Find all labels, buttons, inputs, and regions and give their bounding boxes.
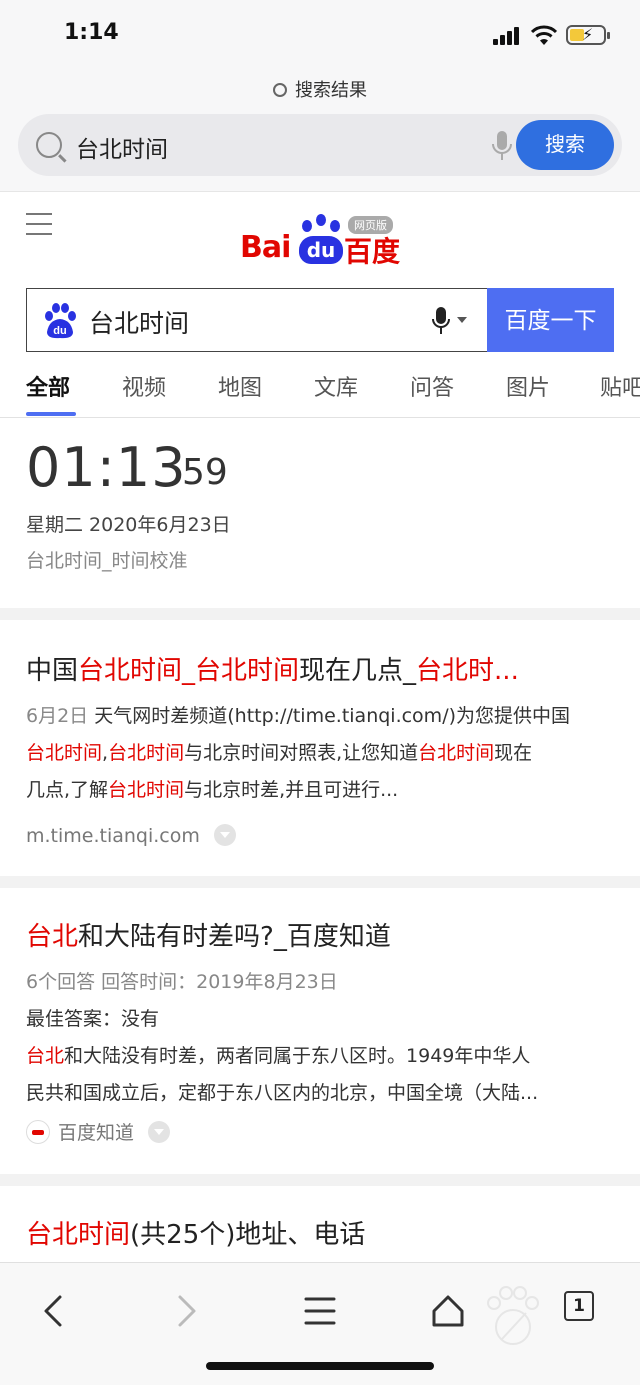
tab-map[interactable]: 地图 <box>218 370 262 402</box>
snippet-highlight: 台北 <box>26 1045 65 1067</box>
status-time: 1:14 <box>64 20 119 45</box>
title-text: 中国 <box>26 656 79 686</box>
search-result: 台北时间(共25个)地址、电话 <box>0 1186 640 1262</box>
search-button[interactable]: 搜索 <box>516 120 614 170</box>
snippet-highlight: 台北时间 <box>108 779 185 801</box>
chevron-down-icon[interactable] <box>457 317 467 323</box>
wifi-icon <box>531 25 557 45</box>
time-card[interactable]: 01:13 59 星期二 2020年6月23日 台北时间_时间校准 <box>0 418 640 608</box>
search-result: 台北和大陆有时差吗?_百度知道 6个回答 回答时间：2019年8月23日 最佳答… <box>0 888 640 1174</box>
result-title[interactable]: 中国台北时间_台北时间现在几点_台北时... <box>26 650 596 687</box>
search-result: 中国台北时间_台北时间现在几点_台北时... 6月2日 天气网时差频道(http… <box>0 620 640 876</box>
logo-text-bai: Bai <box>240 230 291 265</box>
menu-icon[interactable] <box>298 1289 342 1333</box>
snippet-text: 和大陆没有时差，两者同属于东八区时。1949年中华人 <box>64 1045 531 1067</box>
tab-count-button[interactable]: 1 <box>564 1291 594 1321</box>
best-answer-label: 最佳答案：没有 <box>26 1008 160 1030</box>
title-text: 和大陆有时差吗?_百度知道 <box>78 922 391 952</box>
tab-all[interactable]: 全部 <box>26 370 70 402</box>
logo-text-cn: 百度 <box>344 235 401 268</box>
active-tab-indicator <box>26 412 76 416</box>
snippet-highlight: 台北时间 <box>108 742 185 764</box>
result-url-row: m.time.tianqi.com <box>26 824 236 847</box>
baidu-logo[interactable]: Bai du 百度 网页版 <box>240 212 410 268</box>
app-search-bar[interactable]: 台北时间 搜索 <box>18 114 622 176</box>
result-url[interactable]: m.time.tianqi.com <box>26 825 200 847</box>
home-indicator <box>206 1362 434 1370</box>
tab-images[interactable]: 图片 <box>506 370 550 402</box>
snippet-text: 与北京时差,并且可进行... <box>184 779 399 801</box>
result-snippet: 6个回答 回答时间：2019年8月23日 最佳答案：没有 台北和大陆没有时差，两… <box>26 964 614 1112</box>
title-highlight: 台北时间 <box>26 1220 131 1250</box>
title-text: (共25个)地址、电话 <box>130 1220 366 1250</box>
snippet-text: 天气网时差频道(http://time.tianqi.com/)为您提供中国 <box>94 705 571 727</box>
baidu-paw-icon: du <box>45 303 76 339</box>
result-snippet: 6月2日 天气网时差频道(http://time.tianqi.com/)为您提… <box>26 698 614 809</box>
title-highlight: 台北时间_台北时间 <box>78 656 300 686</box>
baidu-search-form: du 台北时间 百度一下 <box>26 288 614 352</box>
snippet-text: 现在 <box>494 742 533 764</box>
result-source[interactable]: 百度知道 <box>58 1122 134 1144</box>
svg-text:du: du <box>53 325 66 337</box>
chevron-down-icon[interactable] <box>148 1121 171 1143</box>
divider <box>0 876 640 888</box>
forward-icon[interactable] <box>164 1289 208 1333</box>
search-tabs: 全部 视频 地图 文库 问答 图片 贴吧 <box>0 366 640 418</box>
cellular-signal-icon <box>493 27 521 45</box>
microphone-icon[interactable] <box>431 307 451 335</box>
snippet-highlight: 台北时间 <box>26 742 103 764</box>
title-highlight: 台北时... <box>416 656 519 686</box>
chevron-down-icon[interactable] <box>213 824 236 846</box>
tab-wenku[interactable]: 文库 <box>314 370 358 402</box>
divider <box>0 608 640 620</box>
battery-charging-icon: ⚡ <box>566 25 610 45</box>
clock-date: 星期二 2020年6月23日 <box>26 514 231 536</box>
app-header: 搜索结果 台北时间 搜索 <box>0 70 640 192</box>
search-icon <box>273 83 287 97</box>
home-icon[interactable] <box>426 1289 470 1333</box>
title-text: 现在几点_ <box>299 656 417 686</box>
tab-tieba[interactable]: 贴吧 <box>600 370 640 402</box>
tab-qa[interactable]: 问答 <box>410 370 454 402</box>
baidu-search-query[interactable]: 台北时间 <box>89 304 189 340</box>
microphone-icon[interactable] <box>491 130 513 162</box>
logo-text-du: du <box>299 236 343 264</box>
baidu-search-input[interactable]: du 台北时间 <box>26 288 488 352</box>
back-icon[interactable] <box>32 1289 76 1333</box>
baidu-zhidao-logo-icon <box>26 1120 50 1144</box>
snippet-text: 民共和国成立后，定都于东八区内的北京，中国全境（大陆... <box>26 1082 539 1104</box>
status-bar: 1:14 ⚡ <box>0 0 640 70</box>
time-source-link[interactable]: 台北时间_时间校准 <box>26 546 188 573</box>
page-title: 搜索结果 <box>0 76 640 102</box>
menu-icon[interactable] <box>26 213 52 237</box>
page-title-text: 搜索结果 <box>295 80 367 101</box>
title-highlight: 台北 <box>26 922 79 952</box>
baidu-paw-watermark-icon <box>487 1286 539 1345</box>
search-icon <box>36 132 62 158</box>
result-title[interactable]: 台北和大陆有时差吗?_百度知道 <box>26 916 596 953</box>
clock-seconds: 59 <box>182 452 228 493</box>
tab-video[interactable]: 视频 <box>122 370 166 402</box>
web-version-badge: 网页版 <box>348 216 393 234</box>
snippet-date: 6月2日 <box>26 705 89 727</box>
result-source-row: 百度知道 <box>26 1118 171 1145</box>
search-input[interactable]: 台北时间 <box>76 130 168 164</box>
clock-time: 01:13 <box>26 436 187 499</box>
snippet-text: 与北京时间对照表,让您知道 <box>184 742 419 764</box>
snippet-highlight: 台北时间 <box>418 742 495 764</box>
answer-meta: 6个回答 回答时间：2019年8月23日 <box>26 971 338 993</box>
result-title[interactable]: 台北时间(共25个)地址、电话 <box>26 1214 596 1251</box>
snippet-text: 几点,了解 <box>26 779 109 801</box>
divider <box>0 1174 640 1186</box>
baidu-search-button[interactable]: 百度一下 <box>487 288 614 352</box>
